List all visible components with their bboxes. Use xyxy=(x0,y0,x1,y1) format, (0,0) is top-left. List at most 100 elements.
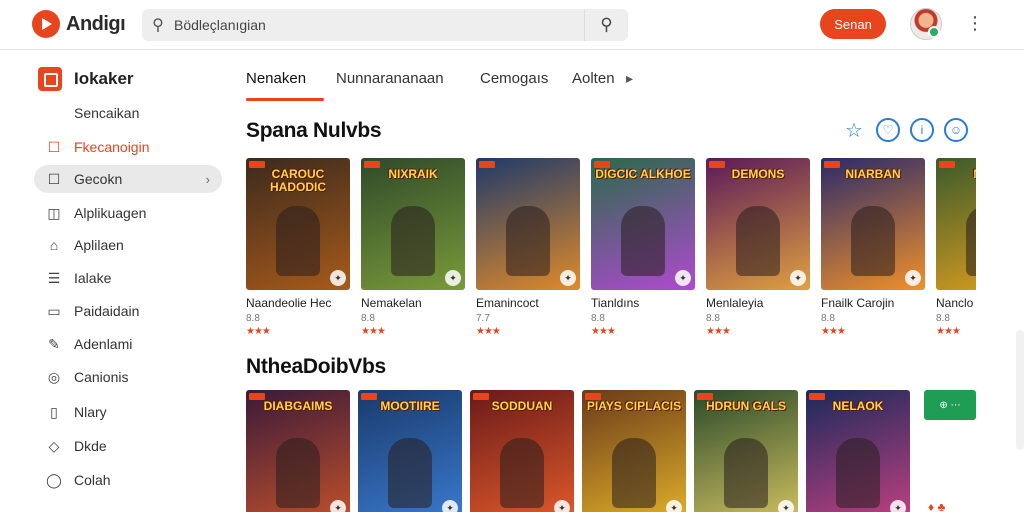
game-art-title: MOOTIIRE xyxy=(380,399,440,413)
tab-bar: Nenaken Nunnarananaan Cemogaıs Aolten ▸ xyxy=(246,52,1006,102)
character-artwork xyxy=(736,206,780,276)
sidebar-title: Iokaker xyxy=(74,69,134,88)
sidebar-item[interactable]: ☰ Ialake xyxy=(34,264,222,292)
game-card[interactable]: NIAR✦ Nanclo 8.8 ★★★ xyxy=(936,158,976,337)
game-card[interactable]: DIABGAIMS ✦ xyxy=(246,390,350,512)
search-icon: ⚲ xyxy=(152,17,164,34)
game-card[interactable]: DIGCIC ALKHOE ✦ Tianldıns 8.8 ★★★ xyxy=(591,158,695,337)
sidebar-item[interactable]: ◯ Colah xyxy=(34,466,222,494)
mini-badges-icon: ♦ ♣ xyxy=(928,500,946,512)
game-title[interactable]: Emanincoct xyxy=(476,296,580,310)
signin-button[interactable]: Senan xyxy=(820,9,886,39)
heart-icon[interactable]: ♡ xyxy=(876,118,900,142)
game-thumbnail[interactable]: SODDUAN ✦ xyxy=(470,390,574,512)
star-rating-icon: ★★★ xyxy=(821,326,846,337)
new-badge xyxy=(364,161,380,168)
game-card[interactable]: MOOTIIRE ✦ xyxy=(358,390,462,512)
game-thumbnail[interactable]: PIAYS CIPLACIS ✦ xyxy=(582,390,686,512)
star-rating-icon: ★★★ xyxy=(246,326,271,337)
sidebar-item-label: Ialake xyxy=(74,270,112,286)
game-thumbnail[interactable]: DIGCIC ALKHOE ✦ xyxy=(591,158,695,290)
game-art-title: NIARBAN xyxy=(845,167,901,181)
sidebar-item[interactable]: ◇ Dkde xyxy=(34,432,222,460)
game-thumbnail[interactable]: HDRUN GALS ✦ xyxy=(694,390,798,512)
tab-aolten[interactable]: Aolten xyxy=(572,70,615,87)
game-title[interactable]: Tianldıns xyxy=(591,296,695,310)
game-card[interactable]: SODDUAN ✦ xyxy=(470,390,574,512)
tab-more-icon[interactable]: ▸ xyxy=(626,70,633,87)
game-art-title: SODDUAN xyxy=(491,399,553,413)
game-title[interactable]: Nemakelan xyxy=(361,296,465,310)
game-thumbnail[interactable]: CAROUC HADODIC ✦ xyxy=(246,158,350,290)
search-bar[interactable]: ⚲ Bödleçlanıgian ⚲ xyxy=(142,9,628,41)
sidebar-item[interactable]: ◎ Canionis xyxy=(34,363,222,391)
game-thumbnail[interactable]: NIXRAIK ✦ xyxy=(361,158,465,290)
sidebar: Iokaker Sencaikan ☐ Fkecanoigin ☐ Gecokn › ◫ A… xyxy=(0,51,232,512)
game-art-title: NIXRAIK xyxy=(388,167,438,181)
store-chip[interactable]: ⊕ ⋯ xyxy=(924,390,976,420)
app-logo[interactable]: Andigı xyxy=(32,10,126,38)
sidebar-item-label: Paidaidain xyxy=(74,303,140,319)
sidebar-item-label: Adenlami xyxy=(74,336,133,352)
game-title[interactable]: Fnailk Carojin xyxy=(821,296,925,310)
library-icon xyxy=(38,67,62,91)
sidebar-item[interactable]: ☐ Fkecanoigin xyxy=(34,133,222,161)
sidebar-item[interactable]: ▭ Paidaidain xyxy=(34,297,222,325)
game-thumbnail[interactable]: DIABGAIMS ✦ xyxy=(246,390,350,512)
sidebar-item[interactable]: ◫ Alplikuagen xyxy=(34,199,222,227)
game-card[interactable]: HDRUN GALS ✦ xyxy=(694,390,798,512)
disc-icon: ◎ xyxy=(47,368,61,385)
game-thumbnail[interactable]: NIARBAN ✦ xyxy=(821,158,925,290)
game-row-2: ⊕ ⋯ ♦ ♣ DIABGAIMS ✦ MOOTIIRE ✦ SODDUAN ✦ PIAYS… xyxy=(246,390,976,512)
game-thumbnail[interactable]: NIAR✦ xyxy=(936,158,976,290)
game-card[interactable]: DEMONS ✦ Menlaleyia 8.8 ★★★ xyxy=(706,158,810,337)
diamond-icon: ◇ xyxy=(48,437,60,454)
sidebar-header[interactable]: Iokaker xyxy=(38,67,134,91)
star-icon[interactable]: ☆ xyxy=(842,118,866,142)
tab-nenaken[interactable]: Nenaken xyxy=(246,70,306,87)
info-icon[interactable]: i xyxy=(910,118,934,142)
controller-icon: ✦ xyxy=(554,500,570,512)
sidebar-item[interactable]: ▯ Nlary xyxy=(34,398,222,426)
game-card[interactable]: CAROUC HADODIC ✦ Naandeolie Hec 8.8 ★★★ xyxy=(246,158,350,337)
game-card[interactable]: PIAYS CIPLACIS ✦ xyxy=(582,390,686,512)
game-card[interactable]: NELAOK ✦ xyxy=(806,390,910,512)
tab-cemogais[interactable]: Cemogaıs xyxy=(480,70,548,87)
chevron-right-icon: › xyxy=(205,171,210,187)
sidebar-item[interactable]: ⌂ Aplilaen xyxy=(34,231,222,259)
tab-nunnarananaan[interactable]: Nunnarananaan xyxy=(336,70,444,87)
game-thumbnail[interactable]: NELAOK ✦ xyxy=(806,390,910,512)
game-art-title: NELAOK xyxy=(832,399,884,413)
section-actions: ☆ ♡ i ☺ xyxy=(842,118,968,142)
sidebar-subtitle[interactable]: Sencaikan xyxy=(74,105,139,121)
controller-icon: ✦ xyxy=(445,270,461,286)
sidebar-item-label: Colah xyxy=(74,472,111,488)
search-input[interactable]: Bödleçlanıgian xyxy=(174,17,584,33)
game-title[interactable]: Menlaleyia xyxy=(706,296,810,310)
game-score: 8.8 xyxy=(706,313,720,324)
game-title[interactable]: Naandeolie Hec xyxy=(246,296,350,310)
game-card[interactable]: NIXRAIK ✦ Nemakelan 8.8 ★★★ xyxy=(361,158,465,337)
top-bar: Andigı ⚲ Bödleçlanıgian ⚲ Senan ⋮ xyxy=(0,0,1024,50)
game-title[interactable]: Nanclo xyxy=(936,296,976,310)
search-submit-button[interactable]: ⚲ xyxy=(584,9,628,41)
controller-icon: ✦ xyxy=(560,270,576,286)
star-rating-icon: ★★★ xyxy=(706,326,731,337)
game-card[interactable]: ✦ Emanincoct 7.7 ★★★ xyxy=(476,158,580,337)
sidebar-item-label: Canionis xyxy=(74,369,129,385)
sidebar-item-label: Fkecanoigin xyxy=(74,139,150,155)
sidebar-item[interactable]: ✎ Adenlami xyxy=(34,330,222,358)
game-thumbnail[interactable]: ✦ xyxy=(476,158,580,290)
scrollbar[interactable] xyxy=(1016,330,1024,450)
game-thumbnail[interactable]: MOOTIIRE ✦ xyxy=(358,390,462,512)
character-artwork xyxy=(276,206,320,276)
sidebar-item[interactable]: ☐ Gecokn › xyxy=(34,165,222,193)
game-card[interactable]: NIARBAN ✦ Fnailk Carojin 8.8 ★★★ xyxy=(821,158,925,337)
lock-icon: ⌂ xyxy=(49,237,59,253)
game-art-title: NIAR xyxy=(940,168,976,181)
controller-icon: ✦ xyxy=(905,270,921,286)
game-thumbnail[interactable]: DEMONS ✦ xyxy=(706,158,810,290)
logo-text: Andigı xyxy=(66,12,126,35)
more-options-icon[interactable]: ⋮ xyxy=(966,12,984,34)
smile-icon[interactable]: ☺ xyxy=(944,118,968,142)
